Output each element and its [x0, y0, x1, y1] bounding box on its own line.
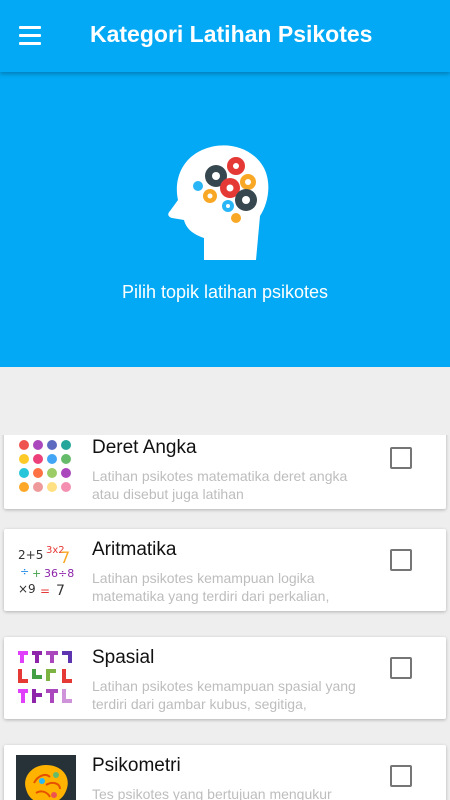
- category-title: Psikometri: [92, 755, 181, 776]
- app-bar: Kategori Latihan Psikotes: [0, 0, 450, 72]
- category-title: Deret Angka: [92, 437, 197, 458]
- svg-text:+: +: [32, 567, 41, 580]
- hero-banner: Pilih topik latihan psikotes: [0, 72, 450, 367]
- brain-thumbnail: [16, 755, 76, 800]
- svg-text:=: =: [40, 584, 50, 598]
- svg-text:×9: ×9: [18, 582, 36, 596]
- svg-text:7: 7: [56, 583, 65, 599]
- category-description: Latihan psikotes matematika deret angka …: [92, 468, 348, 502]
- svg-text:2+5: 2+5: [18, 548, 43, 562]
- arithmetic-symbols-thumbnail: 2+5 3x2 7 ÷ + 36÷8 ×9 = 7: [18, 545, 74, 599]
- category-checkbox[interactable]: [390, 447, 412, 469]
- category-checkbox[interactable]: [390, 657, 412, 679]
- hero-subtitle: Pilih topik latihan psikotes: [121, 282, 329, 302]
- category-card-aritmatika[interactable]: 2+5 3x2 7 ÷ + 36÷8 ×9 = 7 Aritmatika Lat…: [4, 529, 446, 611]
- svg-text:36÷8: 36÷8: [44, 567, 74, 580]
- page-title: Kategori Latihan Psikotes: [90, 21, 373, 47]
- category-card-deret-angka[interactable]: Deret Angka Latihan psikotes matematika …: [4, 435, 446, 509]
- category-card-psikometri[interactable]: Psikometri Tes psikotes yang bertujuan m…: [4, 745, 446, 800]
- category-card-spasial[interactable]: Spasial Latihan psikotes kemampuan spasi…: [4, 637, 446, 719]
- category-description: Latihan psikotes kemampuan spasial yang …: [92, 678, 356, 712]
- spatial-shapes-thumbnail: [18, 651, 72, 703]
- category-title: Aritmatika: [92, 539, 177, 560]
- category-description: Tes psikotes yang bertujuan mengukur kep…: [92, 786, 332, 800]
- category-title: Spasial: [92, 647, 155, 668]
- svg-text:÷: ÷: [20, 565, 29, 578]
- svg-text:7: 7: [60, 548, 70, 567]
- hamburger-menu-icon[interactable]: [10, 16, 50, 56]
- number-grid-thumbnail: [19, 440, 71, 492]
- category-checkbox[interactable]: [390, 765, 412, 787]
- category-description: Latihan psikotes kemampuan logika matema…: [92, 570, 330, 604]
- category-list: Deret Angka Latihan psikotes matematika …: [0, 435, 450, 800]
- head-gears-icon: [168, 145, 269, 260]
- category-checkbox[interactable]: [390, 549, 412, 571]
